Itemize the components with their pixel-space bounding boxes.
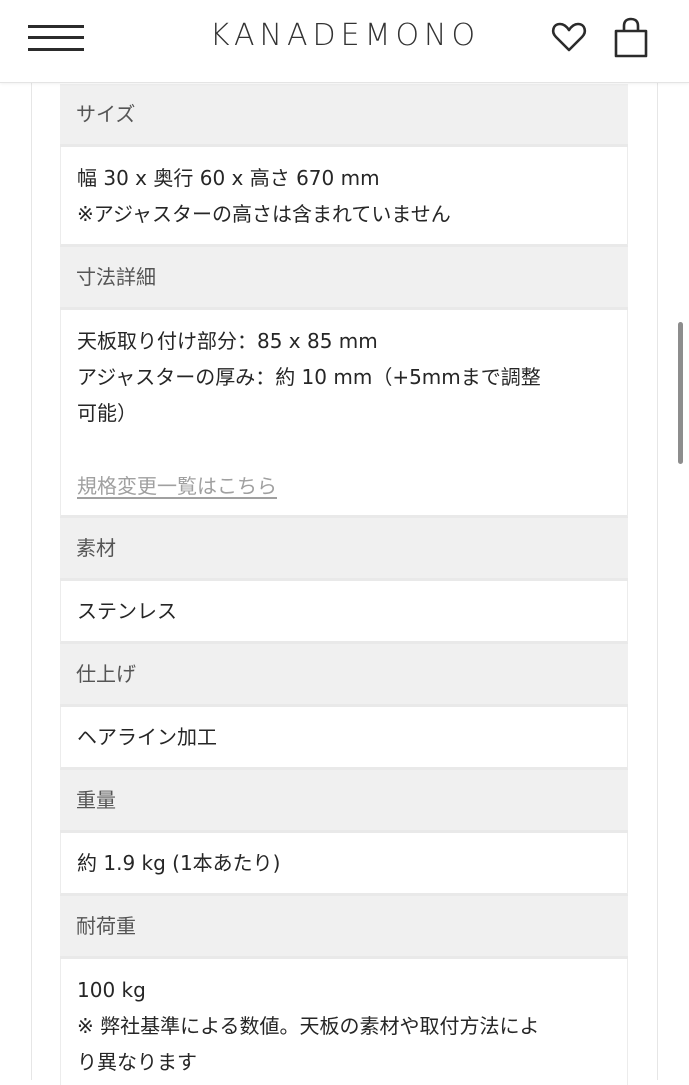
size-note: ※アジャスターの高さは含まれていません xyxy=(77,202,451,226)
material-label-row: 素材 xyxy=(60,518,628,581)
size-label: サイズ xyxy=(76,102,136,126)
weight-label-row: 重量 xyxy=(60,770,628,833)
load-capacity-note: ※ 弊社基準による数値。天板の素材や取付方法によ xyxy=(77,1014,540,1038)
load-capacity-note-cont: り異なります xyxy=(77,1050,197,1074)
finish-value-row: ヘアライン加工 xyxy=(60,707,628,770)
hamburger-menu-icon[interactable] xyxy=(28,22,86,54)
right-frame-line xyxy=(657,82,658,1080)
load-capacity-value-row: 100 kg ※ 弊社基準による数値。天板の素材や取付方法によ り異なります xyxy=(60,959,628,1085)
left-frame-line xyxy=(31,82,32,1080)
material-value-row: ステンレス xyxy=(60,581,628,644)
load-capacity-value: 100 kg xyxy=(77,978,146,1002)
material-label: 素材 xyxy=(76,536,116,560)
dimensions-value-row: 天板取り付け部分：85 x 85 mm アジャスターの厚み：約 10 mm（+5… xyxy=(60,310,628,518)
finish-label-row: 仕上げ xyxy=(60,644,628,707)
weight-label: 重量 xyxy=(76,788,116,812)
weight-value: 約 1.9 kg (1本あたり) xyxy=(77,851,281,875)
load-capacity-label-row: 耐荷重 xyxy=(60,896,628,959)
shopping-bag-icon[interactable] xyxy=(610,16,652,60)
size-value-row: 幅 30 x 奥行 60 x 高さ 670 mm ※アジャスターの高さは含まれて… xyxy=(60,147,628,247)
site-header: KANADEMONO xyxy=(0,0,689,83)
heart-icon[interactable] xyxy=(550,18,588,56)
dimensions-label-row: 寸法詳細 xyxy=(60,247,628,310)
scrollbar-thumb[interactable] xyxy=(678,322,683,464)
dimensions-label: 寸法詳細 xyxy=(76,265,156,289)
adjuster-thickness-cont: 可能） xyxy=(77,401,137,425)
mount-size-value: 天板取り付け部分：85 x 85 mm xyxy=(77,329,378,353)
size-value: 幅 30 x 奥行 60 x 高さ 670 mm xyxy=(77,166,380,190)
site-logo[interactable]: KANADEMONO xyxy=(180,18,510,53)
material-value: ステンレス xyxy=(77,599,177,623)
load-capacity-label: 耐荷重 xyxy=(76,914,136,938)
finish-label: 仕上げ xyxy=(76,662,136,686)
weight-value-row: 約 1.9 kg (1本あたり) xyxy=(60,833,628,896)
adjuster-thickness-value: アジャスターの厚み：約 10 mm（+5mmまで調整 xyxy=(77,365,541,389)
spec-table: サイズ 幅 30 x 奥行 60 x 高さ 670 mm ※アジャスターの高さは… xyxy=(60,84,628,1085)
size-label-row: サイズ xyxy=(60,84,628,147)
finish-value: ヘアライン加工 xyxy=(77,725,217,749)
spec-change-list-link[interactable]: 規格変更一覧はこちら xyxy=(77,468,277,504)
